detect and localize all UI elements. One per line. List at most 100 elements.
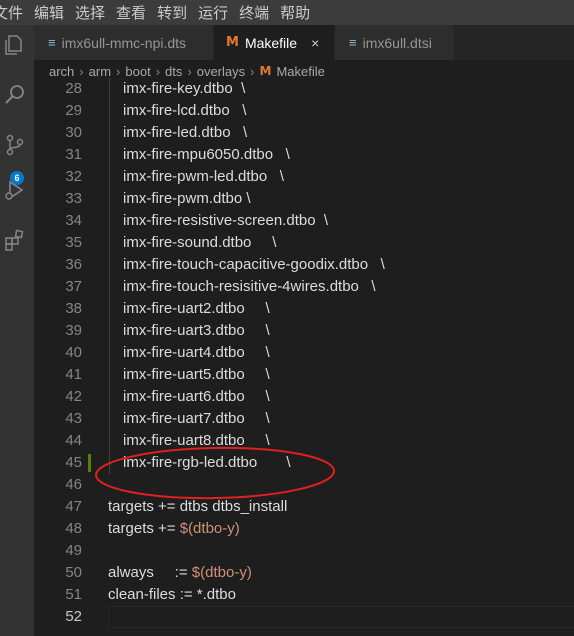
close-icon[interactable]: × bbox=[311, 35, 319, 51]
code-line[interactable]: 41 imx-fire-uart5.dtbo \ bbox=[34, 364, 574, 386]
breadcrumb-item[interactable]: arm bbox=[89, 64, 111, 79]
makefile-variable: $(dtbo-y) bbox=[179, 520, 240, 537]
code-token: targets += bbox=[108, 520, 180, 537]
chevron-right-icon: › bbox=[187, 63, 192, 79]
code-line[interactable]: 44 imx-fire-uart8.dtbo \ bbox=[34, 430, 574, 452]
run-debug-icon[interactable] bbox=[0, 175, 30, 205]
code-text: imx-fire-uart2.dtbo \ bbox=[123, 298, 270, 320]
code-line[interactable]: 38 imx-fire-uart2.dtbo \ bbox=[34, 298, 574, 320]
code-line[interactable]: 39 imx-fire-uart3.dtbo \ bbox=[34, 320, 574, 342]
tab-label: imx6ull.dtsi bbox=[362, 34, 432, 51]
line-number: 28 bbox=[65, 80, 82, 97]
code-line[interactable]: 35 imx-fire-sound.dtbo \ bbox=[34, 232, 574, 254]
line-number: 29 bbox=[65, 102, 82, 119]
code-token: imx-fire-touch-capacitive-goodix.dtbo \ bbox=[123, 256, 385, 273]
code-token: clean-files := *.dtbo bbox=[108, 586, 236, 603]
code-editor[interactable]: 28 imx-fire-key.dtbo \ 29 imx-fire-lcd.dtbo… bbox=[34, 78, 574, 636]
menu-run[interactable]: 运行 bbox=[198, 2, 228, 23]
code-token: imx-fire-pwm.dtbo \ bbox=[123, 190, 251, 207]
code-line[interactable]: 28 imx-fire-key.dtbo \ bbox=[34, 78, 574, 100]
indent-guide bbox=[109, 364, 110, 386]
code-token: imx-fire-uart8.dtbo \ bbox=[123, 432, 270, 449]
line-number: 47 bbox=[65, 498, 82, 515]
code-token: imx-fire-mpu6050.dtbo \ bbox=[123, 146, 290, 163]
code-text: clean-files := *.dtbo bbox=[108, 584, 236, 606]
code-line[interactable]: 52 bbox=[34, 606, 574, 628]
code-line[interactable]: 36 imx-fire-touch-capacitive-goodix.dtbo … bbox=[34, 254, 574, 276]
code-token: imx-fire-uart6.dtbo \ bbox=[123, 388, 270, 405]
menu-edit[interactable]: 编辑 bbox=[34, 2, 64, 23]
lines-icon: ≡ bbox=[349, 35, 357, 50]
code-line[interactable]: 34 imx-fire-resistive-screen.dtbo \ bbox=[34, 210, 574, 232]
current-line-highlight bbox=[108, 606, 574, 628]
code-token: imx-fire-touch-resisitive-4wires.dtbo \ bbox=[123, 278, 376, 295]
line-number: 37 bbox=[65, 278, 82, 295]
code-text: imx-fire-uart6.dtbo \ bbox=[123, 386, 270, 408]
code-text: imx-fire-uart3.dtbo \ bbox=[123, 320, 270, 342]
indent-guide bbox=[109, 78, 110, 100]
code-line[interactable]: 31 imx-fire-mpu6050.dtbo \ bbox=[34, 144, 574, 166]
line-number: 45 bbox=[65, 454, 82, 471]
line-number: 31 bbox=[65, 146, 82, 163]
source-control-icon[interactable] bbox=[0, 130, 30, 160]
menu-selection[interactable]: 选择 bbox=[75, 2, 105, 23]
line-number: 40 bbox=[65, 344, 82, 361]
code-text: imx-fire-touch-resisitive-4wires.dtbo \ bbox=[123, 276, 376, 298]
extensions-icon[interactable] bbox=[0, 225, 30, 255]
code-token: always := bbox=[108, 564, 192, 581]
code-line[interactable]: 50 always := $(dtbo-y) bbox=[34, 562, 574, 584]
code-line[interactable]: 42 imx-fire-uart6.dtbo \ bbox=[34, 386, 574, 408]
tab-imx6ull-mmc-npi-dts[interactable]: ≡ imx6ull-mmc-npi.dts bbox=[34, 25, 214, 60]
breadcrumb-item[interactable]: dts bbox=[165, 64, 182, 79]
explorer-icon[interactable] bbox=[0, 30, 30, 60]
code-line[interactable]: 33 imx-fire-pwm.dtbo \ bbox=[34, 188, 574, 210]
menu-file[interactable]: 文件 bbox=[0, 2, 23, 23]
code-line[interactable]: 47 targets += dtbs dtbs_install bbox=[34, 496, 574, 518]
code-text: targets += dtbs dtbs_install bbox=[108, 496, 287, 518]
menu-terminal[interactable]: 终端 bbox=[239, 2, 269, 23]
indent-guide bbox=[109, 430, 110, 452]
tab-label: imx6ull-mmc-npi.dts bbox=[61, 34, 187, 51]
line-number: 34 bbox=[65, 212, 82, 229]
indent-guide bbox=[109, 298, 110, 320]
line-number: 51 bbox=[65, 586, 82, 603]
tab-imx6ull-dtsi[interactable]: ≡ imx6ull.dtsi bbox=[335, 25, 455, 60]
code-line[interactable]: 30 imx-fire-led.dtbo \ bbox=[34, 122, 574, 144]
tab-makefile[interactable]: M Makefile × bbox=[214, 25, 335, 60]
indent-guide bbox=[109, 188, 110, 210]
modified-line-marker bbox=[88, 454, 91, 472]
code-line[interactable]: 46 bbox=[34, 474, 574, 496]
code-line[interactable]: 48 targets += $(dtbo-y) bbox=[34, 518, 574, 540]
code-line[interactable]: 43 imx-fire-uart7.dtbo \ bbox=[34, 408, 574, 430]
breadcrumb-item[interactable]: Makefile bbox=[276, 64, 324, 79]
breadcrumb-item[interactable]: arch bbox=[49, 64, 74, 79]
breadcrumb-item[interactable]: boot bbox=[125, 64, 150, 79]
code-text: imx-fire-uart4.dtbo \ bbox=[123, 342, 270, 364]
code-line[interactable]: 49 bbox=[34, 540, 574, 562]
chevron-right-icon: › bbox=[155, 63, 161, 79]
indent-guide bbox=[109, 452, 110, 474]
code-token: imx-fire-pwm-led.dtbo \ bbox=[123, 168, 284, 185]
code-text: imx-fire-lcd.dtbo \ bbox=[123, 100, 246, 122]
makefile-icon: M bbox=[259, 64, 272, 78]
code-line[interactable]: 51 clean-files := *.dtbo bbox=[34, 584, 574, 606]
search-icon[interactable] bbox=[0, 80, 30, 110]
code-line[interactable]: 45 imx-fire-rgb-led.dtbo \ bbox=[34, 452, 574, 474]
indent-guide bbox=[109, 254, 110, 276]
code-text: imx-fire-uart5.dtbo \ bbox=[123, 364, 270, 386]
indent-guide bbox=[109, 408, 110, 430]
menu-view[interactable]: 查看 bbox=[116, 2, 146, 23]
menu-help[interactable]: 帮助 bbox=[280, 2, 310, 23]
line-number: 36 bbox=[65, 256, 82, 273]
code-line[interactable]: 40 imx-fire-uart4.dtbo \ bbox=[34, 342, 574, 364]
code-text: imx-fire-sound.dtbo \ bbox=[123, 232, 276, 254]
code-token: imx-fire-sound.dtbo \ bbox=[123, 234, 277, 251]
breadcrumb-item[interactable]: overlays bbox=[197, 64, 245, 79]
code-token: imx-fire-resistive-screen.dtbo \ bbox=[123, 212, 329, 229]
code-line[interactable]: 37 imx-fire-touch-resisitive-4wires.dtbo … bbox=[34, 276, 574, 298]
code-token: imx-fire-uart2.dtbo \ bbox=[123, 300, 270, 317]
code-line[interactable]: 29 imx-fire-lcd.dtbo \ bbox=[34, 100, 574, 122]
menu-go[interactable]: 转到 bbox=[157, 2, 187, 23]
chevron-right-icon: › bbox=[116, 63, 121, 79]
code-line[interactable]: 32 imx-fire-pwm-led.dtbo \ bbox=[34, 166, 574, 188]
